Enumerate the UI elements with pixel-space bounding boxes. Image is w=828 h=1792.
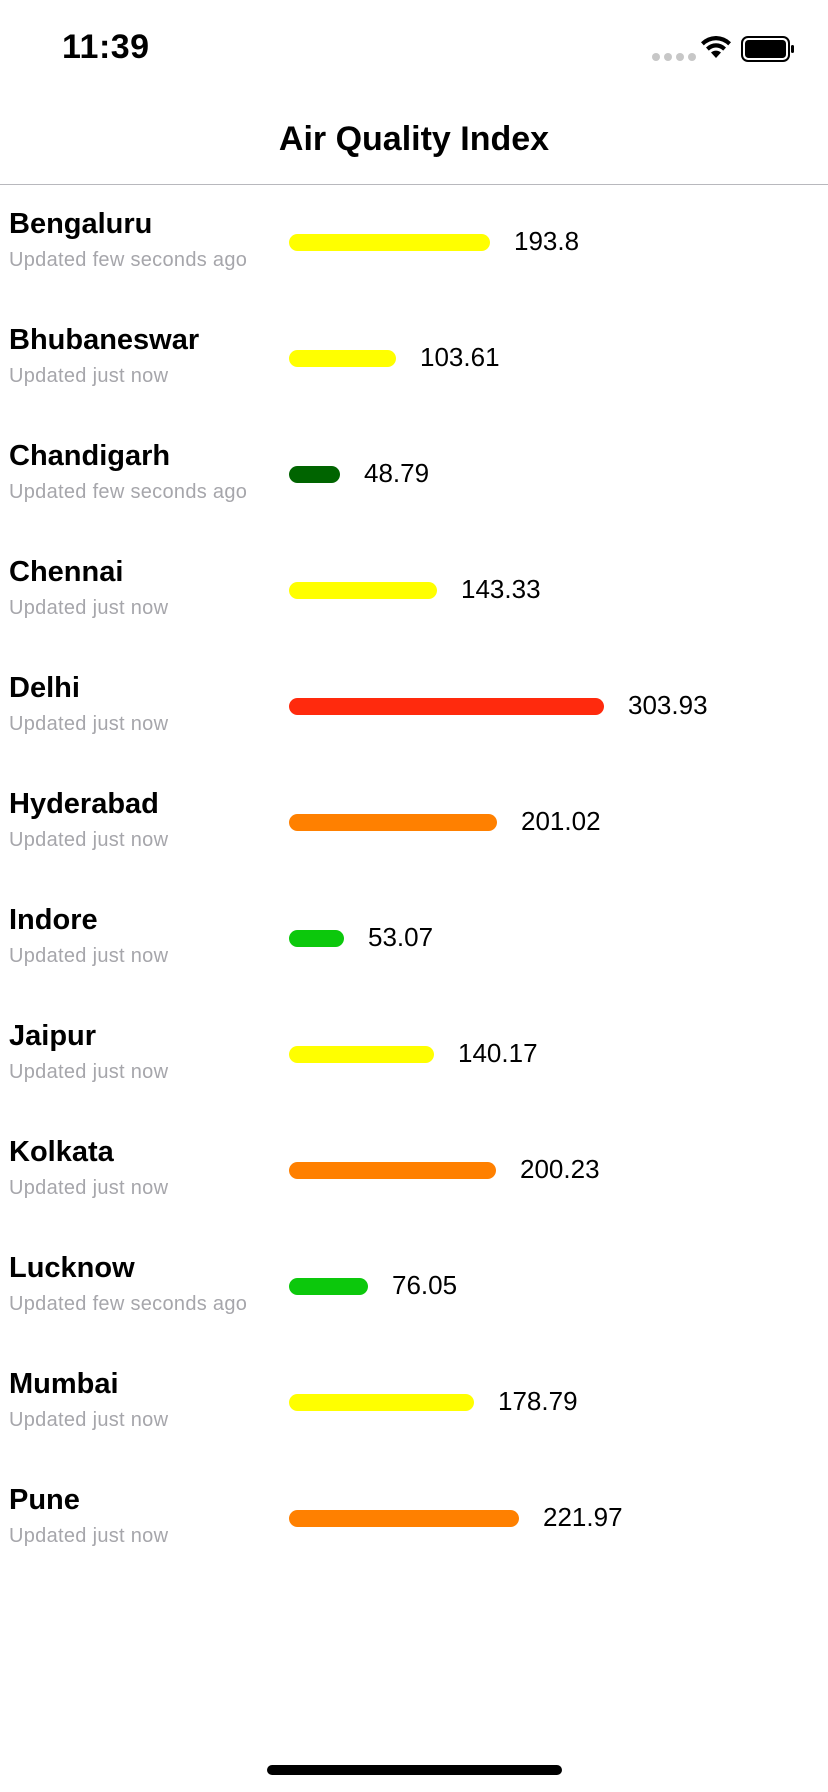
list-item[interactable]: Delhi Updated just now 303.93 xyxy=(0,649,828,765)
battery-icon xyxy=(741,36,794,62)
navigation-bar: Air Quality Index xyxy=(0,100,828,185)
city-name: Jaipur xyxy=(9,1020,97,1052)
list-item[interactable]: Indore Updated just now 53.07 xyxy=(0,881,828,997)
list-item[interactable]: Chandigarh Updated few seconds ago 48.79 xyxy=(0,417,828,533)
aqi-bar xyxy=(289,1394,474,1411)
aqi-bar xyxy=(289,930,344,947)
wifi-icon xyxy=(701,36,731,58)
updated-timestamp: Updated just now xyxy=(9,1525,169,1547)
updated-timestamp: Updated just now xyxy=(9,945,169,967)
aqi-bar xyxy=(289,466,340,483)
aqi-bar xyxy=(289,814,497,831)
aqi-value: 103.61 xyxy=(420,342,500,372)
aqi-value: 193.8 xyxy=(514,226,580,256)
aqi-value: 221.97 xyxy=(543,1502,623,1532)
city-name: Kolkata xyxy=(9,1136,114,1168)
aqi-value: 143.33 xyxy=(461,574,541,604)
city-name: Chandigarh xyxy=(9,440,171,472)
status-time: 11:39 xyxy=(62,28,150,66)
aqi-bar xyxy=(289,1046,434,1063)
updated-timestamp: Updated just now xyxy=(9,1409,169,1431)
aqi-bar xyxy=(289,1278,368,1295)
list-item[interactable]: Chennai Updated just now 143.33 xyxy=(0,533,828,649)
updated-timestamp: Updated just now xyxy=(9,713,169,735)
city-name: Bhubaneswar xyxy=(9,324,200,356)
updated-timestamp: Updated just now xyxy=(9,597,169,619)
updated-timestamp: Updated just now xyxy=(9,365,169,387)
updated-timestamp: Updated few seconds ago xyxy=(9,481,248,503)
city-name: Hyderabad xyxy=(9,788,159,820)
list-item[interactable]: Jaipur Updated just now 140.17 xyxy=(0,997,828,1113)
home-indicator[interactable] xyxy=(267,1765,562,1775)
aqi-value: 200.23 xyxy=(520,1154,600,1184)
page-title: Air Quality Index xyxy=(278,120,550,158)
city-name: Pune xyxy=(9,1484,80,1516)
list-item[interactable]: Kolkata Updated just now 200.23 xyxy=(0,1113,828,1229)
aqi-value: 201.02 xyxy=(521,806,601,836)
aqi-value: 76.05 xyxy=(392,1270,458,1300)
list-item[interactable]: Lucknow Updated few seconds ago 76.05 xyxy=(0,1229,828,1345)
aqi-bar xyxy=(289,698,604,715)
city-name: Lucknow xyxy=(9,1252,135,1284)
aqi-bar xyxy=(289,1162,496,1179)
cellular-signal-icon xyxy=(652,53,696,61)
updated-timestamp: Updated few seconds ago xyxy=(9,249,248,271)
city-name: Bengaluru xyxy=(9,208,153,240)
aqi-bar xyxy=(289,234,490,251)
updated-timestamp: Updated just now xyxy=(9,1061,169,1083)
aqi-value: 303.93 xyxy=(628,690,708,720)
aqi-value: 53.07 xyxy=(368,922,434,952)
city-name: Mumbai xyxy=(9,1368,119,1400)
list-item[interactable]: Bhubaneswar Updated just now 103.61 xyxy=(0,301,828,417)
list-item[interactable]: Hyderabad Updated just now 201.02 xyxy=(0,765,828,881)
list-item[interactable]: Bengaluru Updated few seconds ago 193.8 xyxy=(0,185,828,301)
city-name: Indore xyxy=(9,904,98,936)
aqi-value: 178.79 xyxy=(498,1386,578,1416)
aqi-value: 140.17 xyxy=(458,1038,538,1068)
list-item[interactable]: Pune Updated just now 221.97 xyxy=(0,1461,828,1577)
aqi-value: 48.79 xyxy=(364,458,430,488)
updated-timestamp: Updated just now xyxy=(9,1177,169,1199)
city-name: Delhi xyxy=(9,672,80,704)
aqi-bar xyxy=(289,582,437,599)
city-aqi-list[interactable]: Bengaluru Updated few seconds ago 193.8 Bhu… xyxy=(0,185,828,1577)
updated-timestamp: Updated just now xyxy=(9,829,169,851)
city-name: Chennai xyxy=(9,556,124,588)
aqi-bar xyxy=(289,350,396,367)
aqi-bar xyxy=(289,1510,519,1527)
updated-timestamp: Updated few seconds ago xyxy=(9,1293,248,1315)
status-bar: 11:39 xyxy=(0,0,828,100)
list-item[interactable]: Mumbai Updated just now 178.79 xyxy=(0,1345,828,1461)
